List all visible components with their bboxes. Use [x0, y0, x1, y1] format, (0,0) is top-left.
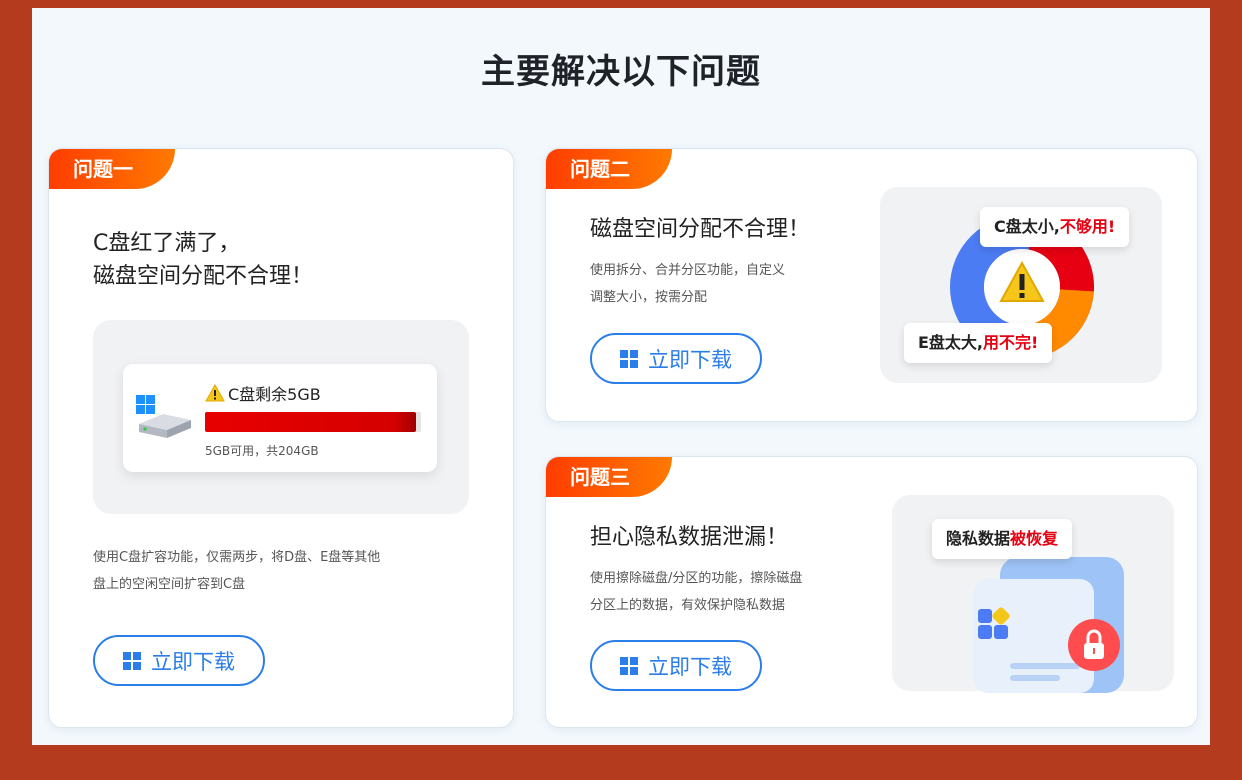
privacy-illustration: 隐私数据被恢复 [892, 495, 1174, 693]
document-illustration [974, 557, 1124, 693]
windows-icon [620, 349, 638, 368]
problem-badge-1: 问题一 [49, 149, 175, 189]
download-button-2[interactable]: 立即下载 [590, 333, 762, 384]
problem-badge-3: 问题三 [546, 457, 672, 497]
disk-status-card: C盘剩余5GB 5GB可用，共204GB [123, 364, 437, 472]
content-panel: 主要解决以下问题 问题一 C盘红了满了， 磁盘空间分配不合理！ C盘剩余5GB … [32, 8, 1210, 745]
callout-e-drive: E盘太大,用不完! [904, 323, 1053, 363]
problem-card-3: 问题三 担心隐私数据泄漏！ 使用擦除磁盘/分区的功能，擦除磁盘 分区上的数据，有… [545, 456, 1198, 728]
download-button-3[interactable]: 立即下载 [590, 640, 762, 691]
warning-icon [205, 384, 225, 402]
callout-c-drive: C盘太小,不够用! [980, 207, 1130, 247]
disk-label: C盘剩余5GB [205, 381, 321, 405]
hdd-icon [136, 395, 191, 438]
card-desc-2: 使用拆分、合并分区功能，自定义 调整大小，按需分配 [590, 263, 786, 305]
card-desc-1: 使用C盘扩容功能，仅需两步，将D盘、E盘等其他 盘上的空闲空间扩容到C盘 [93, 550, 381, 592]
problem-badge-2: 问题二 [546, 149, 672, 189]
partition-illustration: C盘太小,不够用! E盘太大,用不完! [880, 187, 1162, 383]
card-title-1: C盘红了满了， 磁盘空间分配不合理！ [93, 231, 314, 289]
disk-usage-bar [205, 412, 421, 432]
card-title-3: 担心隐私数据泄漏！ [590, 525, 789, 550]
windows-icon [620, 656, 638, 675]
disk-illustration: C盘剩余5GB 5GB可用，共204GB [93, 320, 469, 514]
download-button-1[interactable]: 立即下载 [93, 635, 265, 686]
page-title: 主要解决以下问题 [481, 52, 761, 92]
disk-usage-fill [205, 412, 416, 432]
windows-icon [123, 651, 141, 670]
problem-card-1: 问题一 C盘红了满了， 磁盘空间分配不合理！ C盘剩余5GB 5GB可用，共20… [48, 148, 514, 728]
problem-card-2: 问题二 磁盘空间分配不合理！ 使用拆分、合并分区功能，自定义 调整大小，按需分配… [545, 148, 1198, 422]
card-title-2: 磁盘空间分配不合理！ [590, 217, 811, 242]
card-desc-3: 使用擦除磁盘/分区的功能，擦除磁盘 分区上的数据，有效保护隐私数据 [590, 571, 803, 613]
disk-usage-text: 5GB可用，共204GB [205, 444, 319, 458]
callout-privacy: 隐私数据被恢复 [932, 519, 1073, 559]
